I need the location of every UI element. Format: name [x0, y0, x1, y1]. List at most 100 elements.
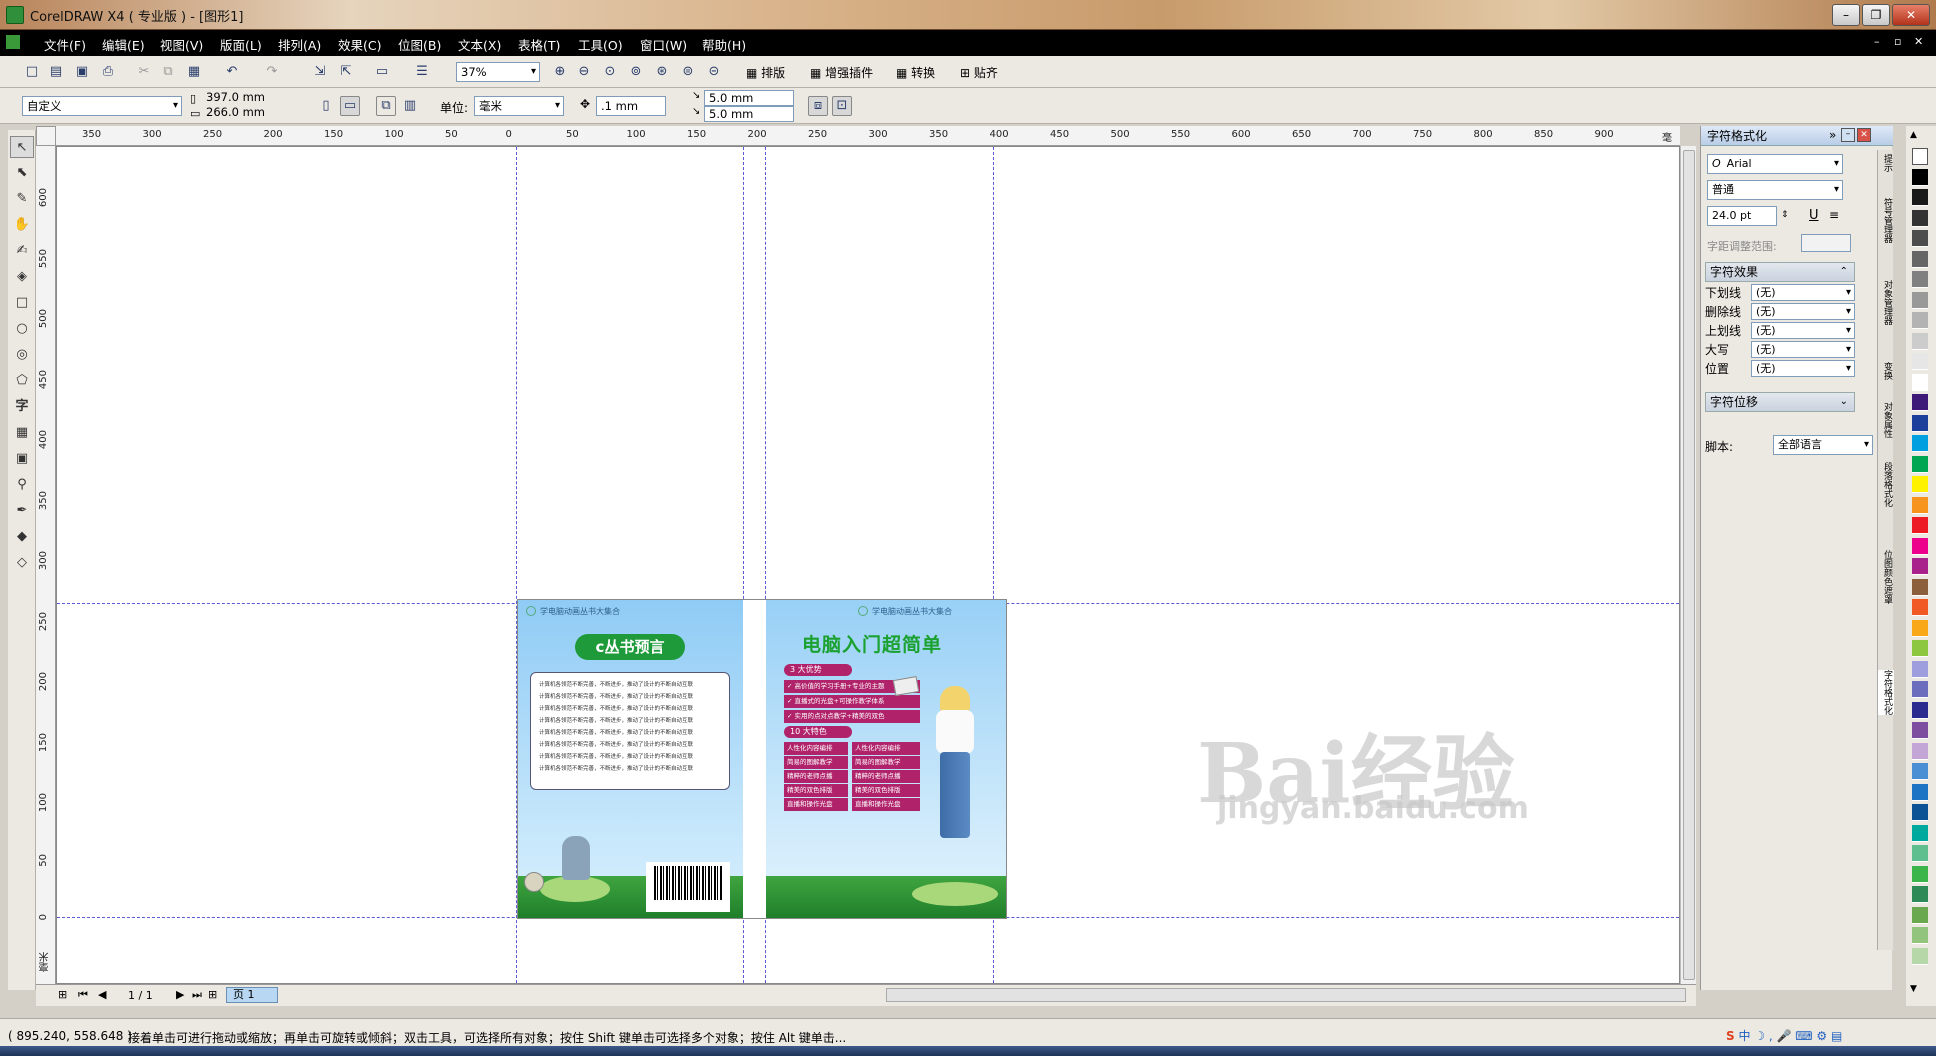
color-swatch[interactable]	[1912, 599, 1928, 616]
color-swatch[interactable]	[1912, 763, 1928, 780]
menu-view[interactable]: 视图(V)	[160, 35, 203, 54]
color-swatch[interactable]	[1912, 271, 1928, 288]
docker-tab-bitmap-mask[interactable]: 位图颜色遮罩	[1878, 550, 1894, 604]
interactive-fill-icon[interactable]: ◇	[10, 552, 34, 574]
outline-tool-icon[interactable]: ✒	[10, 500, 34, 522]
docker-collapse-icon[interactable]: »	[1829, 128, 1836, 142]
front-cover[interactable]: 学电脑动画丛书大集合 电脑入门超简单 3 大优势 ✓ 高价值的学习手册+专业的主…	[766, 600, 1006, 918]
menu-help[interactable]: 帮助(H)	[702, 35, 746, 54]
zoom-out-icon[interactable]: ⊖	[574, 62, 594, 82]
rectangle-tool-icon[interactable]: □	[10, 292, 34, 314]
cut-icon[interactable]: ✂	[134, 62, 154, 82]
maximize-button[interactable]: ❐	[1862, 4, 1890, 26]
text-tool-icon[interactable]: 字	[10, 396, 34, 418]
ellipse-tool-icon[interactable]: ○	[10, 318, 34, 340]
color-swatch[interactable]	[1912, 865, 1928, 883]
zoom-height-icon[interactable]: ⊝	[704, 62, 724, 82]
color-swatch[interactable]	[1912, 435, 1928, 452]
strikethrough-select[interactable]: (无)	[1751, 303, 1855, 320]
open-icon[interactable]: ▤	[46, 62, 66, 82]
color-swatch[interactable]	[1912, 230, 1928, 247]
color-swatch[interactable]	[1912, 250, 1928, 268]
zoom-select[interactable]: 37%	[456, 62, 540, 82]
doc-restore-button[interactable]: ▫	[1894, 35, 1901, 48]
paste-icon[interactable]: ▦	[184, 62, 204, 82]
font-size-field[interactable]: 24.0 pt	[1707, 206, 1777, 226]
size-spinner-icon[interactable]: ⇕	[1781, 210, 1789, 220]
treat-as-filled-icon[interactable]: ⧈	[808, 96, 828, 116]
color-swatch[interactable]	[1912, 886, 1928, 903]
print-icon[interactable]: ⎙	[98, 62, 118, 82]
export-icon[interactable]: ⇱	[336, 62, 356, 82]
paper-preset-select[interactable]: 自定义	[22, 96, 182, 116]
horizontal-scrollbar[interactable]	[886, 988, 1686, 1002]
color-swatch[interactable]	[1912, 373, 1928, 391]
new-icon[interactable]: □	[22, 62, 42, 82]
color-swatch[interactable]	[1912, 148, 1928, 165]
color-swatch[interactable]	[1912, 681, 1928, 698]
page-width-field[interactable]: 397.0 mm	[202, 90, 278, 106]
color-swatch[interactable]	[1912, 168, 1928, 186]
font-select[interactable]: O Arial	[1707, 154, 1843, 174]
minimize-button[interactable]: –	[1832, 4, 1860, 26]
docker-close-button[interactable]: ✕	[1857, 128, 1871, 142]
eyedropper-tool-icon[interactable]: ⚲	[10, 474, 34, 496]
pick-tool-icon[interactable]: ↖	[10, 136, 34, 158]
import-icon[interactable]: ⇲	[310, 62, 330, 82]
zoom-width-icon[interactable]: ⊜	[678, 62, 698, 82]
color-swatch[interactable]	[1912, 312, 1928, 329]
color-swatch[interactable]	[1912, 783, 1928, 801]
drawing-canvas[interactable]: 学电脑动画丛书大集合 c丛书预言 计算机各领范不断完善，不断进步，推动了设计的不…	[56, 146, 1680, 984]
uppercase-select[interactable]: (无)	[1751, 341, 1855, 358]
paiban-button[interactable]: ▦ 排版	[746, 64, 785, 81]
color-swatch[interactable]	[1912, 927, 1928, 944]
character-effects-section[interactable]: 字符效果 ⌃	[1705, 262, 1855, 282]
menu-arrange[interactable]: 排列(A)	[278, 35, 321, 54]
underline-select[interactable]: (无)	[1751, 284, 1855, 301]
color-swatch[interactable]	[1912, 804, 1928, 821]
snap-button[interactable]: ⊞ 贴齐	[960, 64, 998, 81]
color-swatch[interactable]	[1912, 414, 1928, 432]
first-page-icon[interactable]: ⏮	[78, 988, 88, 1002]
doc-close-button[interactable]: ✕	[1914, 35, 1923, 48]
color-swatch[interactable]	[1912, 578, 1928, 596]
color-swatch[interactable]	[1912, 394, 1928, 411]
add-page-icon[interactable]: ⊞	[58, 988, 67, 1001]
color-swatch[interactable]	[1912, 558, 1928, 575]
color-swatch[interactable]	[1912, 537, 1928, 555]
smart-fill-icon[interactable]: ◈	[10, 266, 34, 288]
close-button[interactable]: ✕	[1892, 4, 1930, 26]
spiral-tool-icon[interactable]: ◎	[10, 344, 34, 366]
menu-window[interactable]: 窗口(W)	[640, 35, 687, 54]
color-swatch[interactable]	[1912, 701, 1928, 719]
color-swatch[interactable]	[1912, 517, 1928, 534]
ime-toolbar[interactable]: S 中 ☽ , 🎤 ⌨ ⚙ ▤	[1726, 1027, 1906, 1047]
zoom-all-icon[interactable]: ⊚	[626, 62, 646, 82]
color-swatch[interactable]	[1912, 906, 1928, 924]
snap-objects-icon[interactable]: ⊡	[832, 96, 852, 116]
pan-tool-icon[interactable]: ✋	[10, 214, 34, 236]
color-swatch[interactable]	[1912, 660, 1928, 678]
docker-tab-objects[interactable]: 对象管理器	[1878, 280, 1894, 325]
menu-layout[interactable]: 版面(L)	[220, 35, 262, 54]
color-swatch[interactable]	[1912, 189, 1928, 206]
next-page-icon[interactable]: ▶	[176, 988, 184, 1001]
doc-minimize-button[interactable]: –	[1874, 35, 1880, 48]
undo-icon[interactable]: ↶	[222, 62, 242, 82]
script-select[interactable]: 全部语言	[1773, 435, 1873, 455]
docker-tab-hints[interactable]: 提示	[1878, 154, 1894, 172]
menu-bitmaps[interactable]: 位图(B)	[398, 35, 441, 54]
nudge-field[interactable]: .1 mm	[596, 96, 666, 116]
save-icon[interactable]: ▣	[72, 62, 92, 82]
prev-page-icon[interactable]: ◀	[98, 988, 106, 1001]
copy-icon[interactable]: ⧉	[158, 62, 178, 82]
vertical-ruler[interactable]: 600 550 500 450 400 350 300 250 200 150 100 50 0 毫米	[36, 146, 56, 984]
zoom-in-icon[interactable]: ⊕	[550, 62, 570, 82]
color-swatch[interactable]	[1912, 332, 1928, 350]
color-swatch[interactable]	[1912, 824, 1928, 842]
docker-tab-paragraph[interactable]: 段落格式化	[1878, 462, 1894, 507]
color-swatch[interactable]	[1912, 845, 1928, 862]
color-swatch[interactable]	[1912, 640, 1928, 657]
docker-tab-transform[interactable]: 变换	[1878, 362, 1894, 380]
palette-scroll-up-icon[interactable]: ▲	[1910, 130, 1917, 140]
